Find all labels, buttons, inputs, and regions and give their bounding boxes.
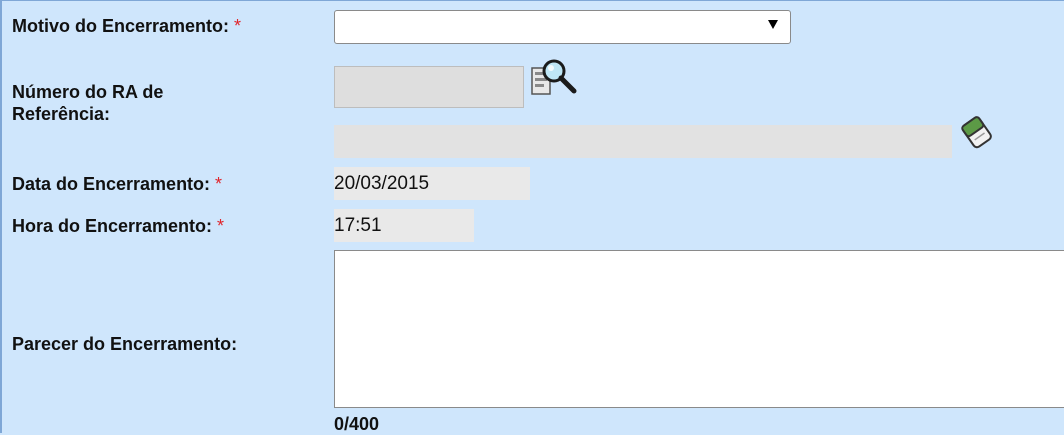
numero-ra-label-line1: Número do RA de bbox=[12, 82, 164, 102]
dropdown-arrow-icon[interactable] bbox=[768, 20, 778, 29]
parecer-textarea[interactable] bbox=[334, 250, 1064, 408]
magnifier-search-icon[interactable] bbox=[530, 56, 580, 98]
data-label: Data do Encerramento: * bbox=[12, 173, 222, 195]
parecer-label: Parecer do Encerramento: bbox=[12, 334, 238, 354]
numero-ra-description bbox=[334, 125, 952, 158]
data-value: 20/03/2015 bbox=[334, 167, 530, 200]
required-mark: * bbox=[217, 216, 225, 236]
numero-ra-input[interactable] bbox=[334, 66, 524, 108]
hora-label: Hora do Encerramento: * bbox=[12, 215, 224, 237]
hora-value: 17:51 bbox=[334, 209, 474, 242]
numero-ra-label-line2: Referência: bbox=[12, 104, 111, 124]
form-panel: Motivo do Encerramento: * Número do RA de… bbox=[0, 0, 1064, 434]
motivo-label-text: Motivo do Encerramento: bbox=[12, 16, 230, 36]
data-label-text: Data do Encerramento: bbox=[12, 174, 211, 194]
motivo-select[interactable] bbox=[334, 10, 791, 44]
eraser-icon[interactable] bbox=[958, 111, 996, 151]
char-counter: 0/400 bbox=[334, 414, 380, 434]
required-mark: * bbox=[234, 16, 242, 36]
hora-label-text: Hora do Encerramento: bbox=[12, 216, 213, 236]
required-mark: * bbox=[215, 174, 223, 194]
motivo-label: Motivo do Encerramento: * bbox=[12, 15, 241, 37]
numero-ra-label: Número do RA de Referência: bbox=[12, 81, 163, 125]
